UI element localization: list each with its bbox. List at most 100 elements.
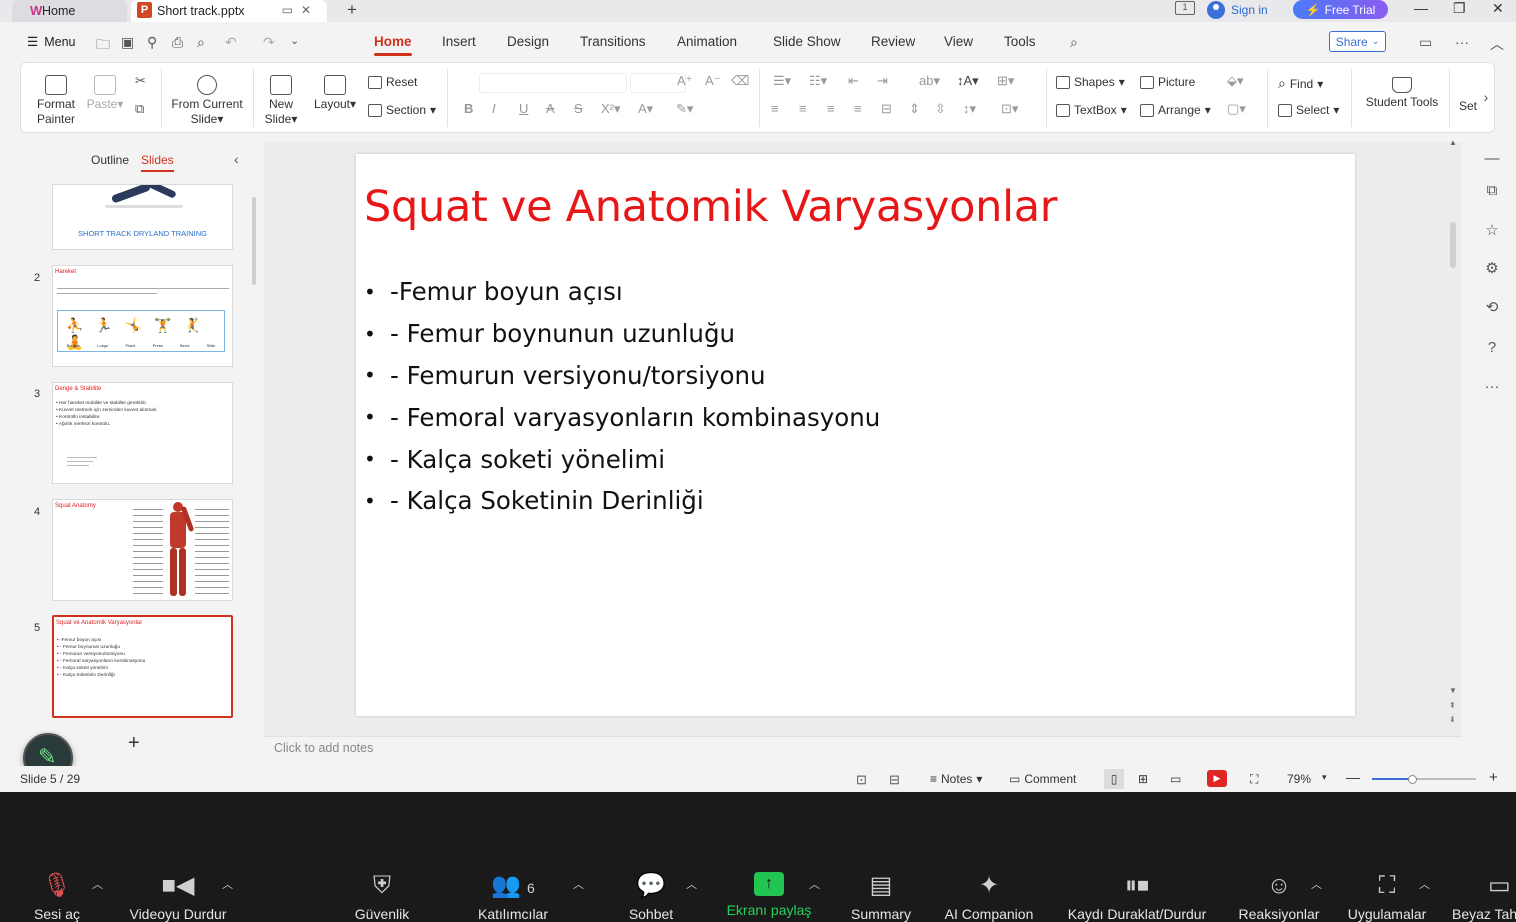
ribbon-tab-insert[interactable]: Insert	[442, 34, 476, 49]
collapse-panel-icon[interactable]: ‹	[234, 151, 239, 167]
text-direction-icon[interactable]: ↕A▾	[957, 73, 979, 89]
line-height-icon[interactable]: ↕▾	[963, 101, 976, 117]
ribbon-tab-slideshow[interactable]: Slide Show	[773, 34, 841, 49]
shapes-button[interactable]: Shapes ▾	[1056, 75, 1125, 89]
align-right-icon[interactable]: ≡	[827, 101, 835, 116]
add-slide-icon[interactable]: +	[128, 732, 140, 755]
summary-button[interactable]: ▤ Summary	[821, 872, 941, 922]
paragraph-spacing-icon[interactable]: ⇕	[909, 101, 920, 117]
scroll-up-icon[interactable]: ▲	[1449, 138, 1457, 147]
screen-icon[interactable]: 1	[1175, 1, 1195, 15]
slide-thumbnail-4[interactable]: Squat Anatomy	[52, 499, 233, 601]
redo-icon[interactable]: ↷	[263, 34, 275, 51]
slide-thumbnail-3[interactable]: Denge & Stabilite • Her hareket mobilite…	[52, 382, 233, 484]
underline-icon[interactable]: U	[519, 101, 528, 116]
security-button[interactable]: ⛨ Güvenlik	[322, 872, 442, 922]
bullets-icon[interactable]: ☰▾	[773, 73, 791, 89]
zoom-out-icon[interactable]: —	[1346, 769, 1360, 785]
current-slide[interactable]: Squat ve Anatomik Varyasyonlar • -Femur b…	[356, 154, 1355, 716]
select-button[interactable]: Select ▾	[1278, 103, 1339, 117]
tab-slides[interactable]: Slides	[141, 153, 174, 172]
tab-actions[interactable]: ▭✕	[282, 3, 319, 17]
text-align-vertical-icon[interactable]: ⊡▾	[1001, 101, 1018, 117]
strikethrough-icon[interactable]: S	[574, 101, 583, 116]
panel-scrollbar[interactable]	[252, 197, 256, 285]
settings-button[interactable]: Set	[1459, 77, 1479, 114]
convert-smartart-icon[interactable]: ⊞▾	[997, 73, 1014, 89]
collapse-ribbon-icon[interactable]: ︿	[1490, 34, 1504, 54]
student-tools-button[interactable]: Student Tools	[1363, 77, 1441, 110]
save-icon[interactable]: ▣	[121, 34, 134, 51]
clear-format-icon[interactable]: ⌫	[731, 73, 749, 89]
slide-thumbnail-2[interactable]: Hareket ⛹🏃🤸🏋🤾🧘 Bounce Lunge Plank Press …	[52, 265, 233, 367]
new-tab-icon[interactable]: +	[347, 0, 357, 20]
zoom-slider[interactable]	[1372, 775, 1476, 784]
line-spacing-icon[interactable]: ab▾	[919, 73, 940, 89]
participants-options-icon[interactable]: ︿	[573, 876, 584, 892]
slide-design-icon[interactable]: ⧉	[1483, 182, 1501, 200]
slide-sorter-icon[interactable]: ⊟	[889, 772, 900, 788]
decrease-font-icon[interactable]: A⁻	[705, 73, 721, 89]
italic-icon[interactable]: I	[492, 101, 496, 116]
superscript-icon[interactable]: X²▾	[601, 101, 621, 117]
increase-font-icon[interactable]: A⁺	[677, 73, 693, 89]
ribbon-scroll-right-icon[interactable]: ›	[1477, 64, 1495, 131]
columns-icon[interactable]: ⇳	[935, 101, 946, 117]
slide-thumbnail-5[interactable]: Squat ve Anatomik Varyasyonlar • -Femur …	[52, 615, 233, 718]
from-current-slide-button[interactable]: From Current Slide▾	[169, 75, 245, 127]
print-icon[interactable]: ⎙	[172, 34, 183, 51]
history-icon[interactable]: ⟲	[1483, 299, 1501, 317]
bold-icon[interactable]: B	[464, 101, 473, 116]
close-tab-icon[interactable]: ✕	[301, 3, 319, 17]
ribbon-tab-design[interactable]: Design	[507, 34, 549, 49]
more-chevron-icon[interactable]: ⌄	[290, 34, 299, 47]
font-color-icon[interactable]: A▾	[638, 101, 653, 117]
ribbon-tab-transitions[interactable]: Transitions	[580, 34, 646, 49]
picture-button[interactable]: Picture	[1140, 75, 1195, 89]
canvas-scrollbar[interactable]	[1450, 222, 1456, 268]
slide-thumbnail-1[interactable]: SHORT TRACK DRYLAND TRAINING	[52, 184, 233, 250]
sign-in-button[interactable]: Sign in	[1207, 1, 1268, 19]
pause-stop-recording-button[interactable]: ⏸⏹ Kaydı Duraklat/Durdur	[1052, 872, 1222, 922]
audio-options-icon[interactable]: ︿	[92, 876, 103, 892]
next-slide-icon[interactable]: ⇟	[1449, 715, 1456, 724]
distribute-icon[interactable]: ⊟	[881, 101, 892, 117]
zoom-chevron-icon[interactable]: ▾	[1322, 772, 1327, 783]
font-family-select[interactable]	[479, 73, 627, 93]
help-icon[interactable]: ?	[1483, 339, 1501, 357]
fit-window-icon[interactable]: ⛶	[1250, 772, 1258, 787]
minimize-panel-icon[interactable]: —	[1483, 150, 1501, 168]
fit-slide-icon[interactable]: ⊡	[856, 772, 867, 788]
play-slideshow-icon[interactable]: ▶	[1207, 770, 1227, 787]
restore-icon[interactable]: ❐	[1453, 0, 1466, 17]
find-button[interactable]: ⌕ Find ▾	[1278, 75, 1323, 92]
layout-button[interactable]: Layout▾	[311, 75, 359, 112]
close-window-icon[interactable]: ✕	[1492, 0, 1504, 17]
increase-indent-icon[interactable]: ⇥	[877, 73, 888, 89]
comment-toggle-button[interactable]: ▭ Comment	[1009, 772, 1076, 786]
arrange-button[interactable]: Arrange ▾	[1140, 103, 1211, 117]
notes-toggle-button[interactable]: ≡ Notes ▾	[930, 772, 982, 786]
main-menu-button[interactable]: ☰ Menu	[27, 34, 76, 50]
more-options-icon[interactable]: ···	[1455, 34, 1469, 50]
ribbon-tab-view[interactable]: View	[944, 34, 973, 49]
reset-button[interactable]: Reset	[368, 75, 417, 89]
justify-icon[interactable]: ≡	[854, 101, 862, 116]
format-painter-button[interactable]: Format Painter	[35, 75, 77, 127]
new-slide-button[interactable]: New Slide▾	[261, 75, 301, 127]
print-preview-icon[interactable]: ⌕	[197, 34, 205, 51]
stop-video-button[interactable]: ■◀ Videoyu Durdur	[118, 872, 238, 922]
ribbon-tab-review[interactable]: Review	[871, 34, 915, 49]
animation-star-icon[interactable]: ☆	[1483, 222, 1501, 240]
slide-bullet-list[interactable]: • -Femur boyun açısı • - Femur boynunun uz…	[364, 271, 880, 522]
ribbon-tab-animation[interactable]: Animation	[677, 34, 737, 49]
reactions-options-icon[interactable]: ︿	[1311, 876, 1322, 892]
zoom-in-icon[interactable]: +	[1489, 769, 1498, 786]
float-icon[interactable]: ▭	[282, 3, 301, 17]
normal-view-icon[interactable]: ▯	[1104, 769, 1124, 789]
more-tools-icon[interactable]: ···	[1483, 378, 1501, 396]
share-button[interactable]: Share ⌄	[1329, 31, 1386, 52]
grid-view-icon[interactable]: ⊞	[1138, 772, 1148, 786]
numbering-icon[interactable]: ☷▾	[809, 73, 827, 89]
video-options-icon[interactable]: ︿	[222, 876, 233, 892]
